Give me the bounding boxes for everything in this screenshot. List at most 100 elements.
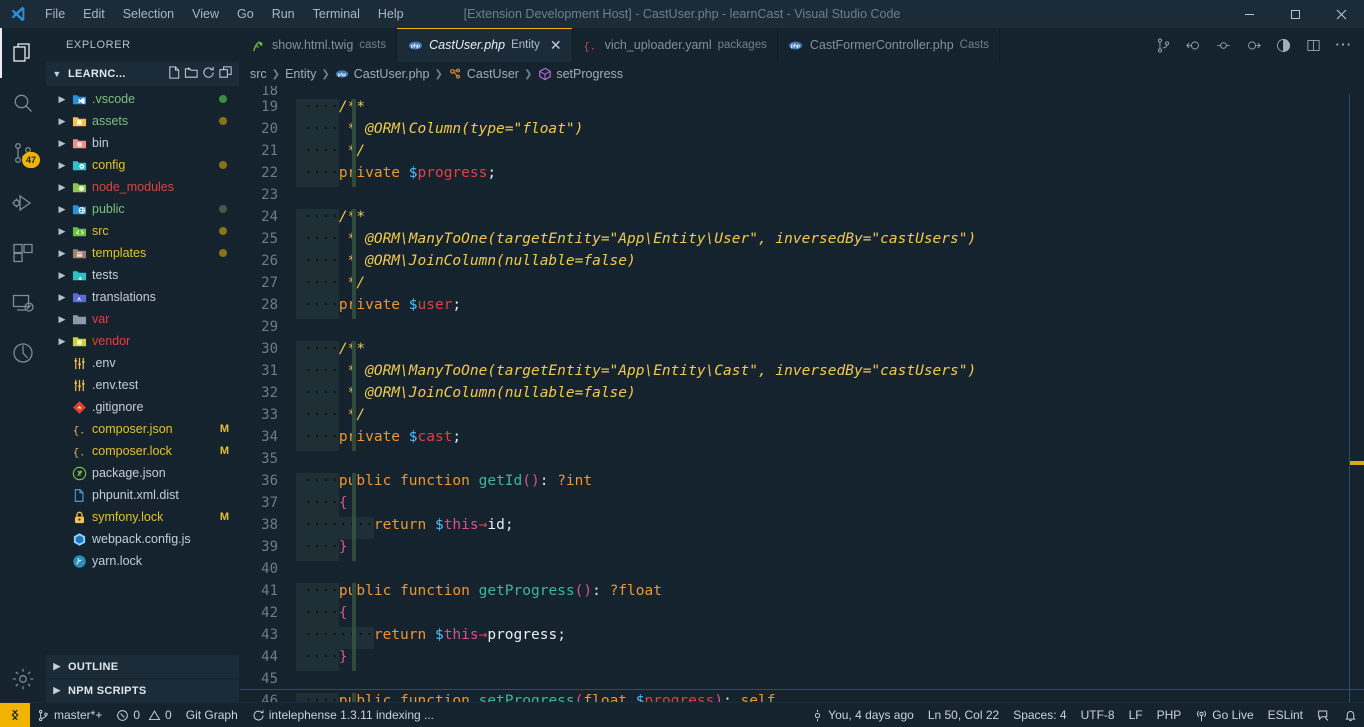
code-editor[interactable]: 1819····/**20 ···· * @ORM\Column(type="fl…	[240, 86, 1364, 702]
tree-item-translations[interactable]: ▶ Atranslations	[46, 286, 239, 308]
code-line-37[interactable]: 37 ····{	[240, 492, 1364, 517]
status-problems[interactable]: 0 0	[109, 703, 178, 727]
chevron-right-icon[interactable]: ▶	[54, 314, 70, 325]
status-eslint[interactable]: ESLint	[1261, 703, 1310, 727]
tab-vich-uploader-yaml[interactable]: {..} vich_uploader.yaml packages	[572, 28, 778, 62]
chevron-right-icon[interactable]: ▶	[54, 182, 70, 193]
section-outline[interactable]: ▶ OUTLINE	[46, 654, 239, 678]
tree-item-vscode[interactable]: ▶ .vscode	[46, 88, 239, 110]
menu-edit[interactable]: Edit	[74, 3, 114, 25]
code-line-28[interactable]: 28 ····private $user;	[240, 294, 1364, 319]
activity-source-control[interactable]: 47	[0, 128, 46, 178]
code-line-20[interactable]: 20 ···· * @ORM\Column(type="float")	[240, 118, 1364, 143]
status-notifications[interactable]	[1337, 703, 1364, 727]
tree-item-symfony-lock[interactable]: symfony.lock M	[46, 506, 239, 528]
tab-show-html-twig[interactable]: show.html.twig casts	[240, 28, 398, 62]
split-editor-icon[interactable]	[1300, 32, 1326, 58]
overview-ruler[interactable]	[1350, 86, 1364, 702]
code-line-39[interactable]: 39 ····}	[240, 536, 1364, 561]
code-line-33[interactable]: 33 ···· */	[240, 404, 1364, 429]
code-line-40[interactable]: 40	[240, 558, 1364, 580]
editor-tabs[interactable]: show.html.twig casts php CastUser.php Entity…	[240, 28, 1001, 62]
code-line-32[interactable]: 32 ···· * @ORM\JoinColumn(nullable=false)	[240, 382, 1364, 407]
workspace-folder-header[interactable]: ▼ LEARNC...	[46, 62, 239, 86]
code-line-25[interactable]: 25 ···· * @ORM\ManyToOne(targetEntity="Ap…	[240, 228, 1364, 253]
status-cursor-position[interactable]: Ln 50, Col 22	[921, 703, 1006, 727]
close-button[interactable]	[1318, 0, 1364, 28]
tree-item-assets[interactable]: ▶ assets	[46, 110, 239, 132]
chevron-right-icon[interactable]: ▶	[54, 292, 70, 303]
activity-search[interactable]	[0, 78, 46, 128]
tree-item-gitignore[interactable]: .gitignore	[46, 396, 239, 418]
new-folder-icon[interactable]	[184, 65, 199, 83]
new-file-icon[interactable]	[167, 65, 182, 83]
menu-terminal[interactable]: Terminal	[304, 3, 369, 25]
status-indentation[interactable]: Spaces: 4	[1006, 703, 1073, 727]
maximize-button[interactable]	[1272, 0, 1318, 28]
tree-item-public[interactable]: ▶ public	[46, 198, 239, 220]
code-line-21[interactable]: 21 ···· */	[240, 140, 1364, 165]
activity-remote-explorer[interactable]	[0, 278, 46, 328]
tree-item-env-test[interactable]: .env.test	[46, 374, 239, 396]
status-language-mode[interactable]: PHP	[1150, 703, 1189, 727]
tree-item-package-json[interactable]: package.json	[46, 462, 239, 484]
coverage-icon[interactable]	[1270, 32, 1296, 58]
step-forward-icon[interactable]	[1240, 32, 1266, 58]
tab-castuser-php[interactable]: php CastUser.php Entity ✕	[397, 28, 573, 62]
more-actions-icon[interactable]: ⋯	[1330, 32, 1356, 58]
status-git-branch[interactable]: master*+	[30, 703, 109, 727]
status-eol[interactable]: LF	[1122, 703, 1150, 727]
chevron-right-icon[interactable]: ▶	[54, 204, 70, 215]
breadcrumb-item-setprogress[interactable]: setProgress	[537, 67, 623, 82]
tree-item-phpunit-xml-dist[interactable]: phpunit.xml.dist	[46, 484, 239, 506]
minimize-button[interactable]	[1226, 0, 1272, 28]
tree-item-composer-json[interactable]: {..} composer.json M	[46, 418, 239, 440]
code-line-19[interactable]: 19····/**	[240, 96, 1364, 121]
chevron-right-icon[interactable]: ▶	[54, 138, 70, 149]
menu-run[interactable]: Run	[263, 3, 304, 25]
collapse-all-icon[interactable]	[218, 65, 233, 83]
chevron-right-icon[interactable]: ▶	[54, 160, 70, 171]
breadcrumb[interactable]: src ❯ Entity ❯ php CastUser.php ❯ CastUser ❯ setP…	[240, 62, 1364, 86]
source-control-icon[interactable]	[1150, 32, 1176, 58]
status-go-live[interactable]: Go Live	[1188, 703, 1260, 727]
tree-item-bin[interactable]: ▶ bin	[46, 132, 239, 154]
code-line-24[interactable]: 24····/**	[240, 206, 1364, 231]
step-over-icon[interactable]	[1210, 32, 1236, 58]
chevron-right-icon[interactable]: ▶	[54, 336, 70, 347]
code-line-22[interactable]: 22 ····private $progress;	[240, 162, 1364, 187]
tree-item-config[interactable]: ▶ config	[46, 154, 239, 176]
chevron-right-icon[interactable]: ▶	[54, 94, 70, 105]
code-line-42[interactable]: 42 ····{	[240, 602, 1364, 627]
activity-explorer[interactable]	[0, 28, 46, 78]
menu-selection[interactable]: Selection	[114, 3, 183, 25]
status-intelephense[interactable]: intelephense 1.3.11 indexing ...	[245, 703, 441, 727]
status-feedback[interactable]	[1310, 703, 1337, 727]
status-encoding[interactable]: UTF-8	[1074, 703, 1122, 727]
chevron-right-icon[interactable]: ▶	[54, 270, 70, 281]
status-git-blame[interactable]: You, 4 days ago	[804, 703, 921, 727]
status-remote-window[interactable]	[0, 702, 30, 727]
menu-view[interactable]: View	[183, 3, 228, 25]
tree-item-var[interactable]: ▶ var	[46, 308, 239, 330]
status-git-graph[interactable]: Git Graph	[179, 703, 245, 727]
chevron-right-icon[interactable]: ▶	[54, 116, 70, 127]
code-line-26[interactable]: 26 ···· * @ORM\JoinColumn(nullable=false)	[240, 250, 1364, 275]
menu-go[interactable]: Go	[228, 3, 263, 25]
activity-run-debug[interactable]	[0, 178, 46, 228]
tree-item-composer-lock[interactable]: {..} composer.lock M	[46, 440, 239, 462]
code-line-36[interactable]: 36 ····public function getId(): ?int	[240, 470, 1364, 495]
tree-item-node-modules[interactable]: ▶ node_modules	[46, 176, 239, 198]
breadcrumb-item-castuser-php[interactable]: php CastUser.php	[335, 67, 429, 82]
chevron-right-icon[interactable]: ▶	[54, 226, 70, 237]
menu-bar[interactable]: File Edit Selection View Go Run Terminal…	[36, 3, 413, 25]
step-back-icon[interactable]	[1180, 32, 1206, 58]
code-lines[interactable]: 1819····/**20 ···· * @ORM\Column(type="fl…	[240, 86, 1364, 702]
code-line-45[interactable]: 45	[240, 668, 1364, 690]
code-line-34[interactable]: 34 ····private $cast;	[240, 426, 1364, 451]
activity-extensions[interactable]	[0, 228, 46, 278]
refresh-icon[interactable]	[201, 65, 216, 83]
close-icon[interactable]: ✕	[550, 38, 562, 52]
tab-castformercontroller-php[interactable]: php CastFormerController.php Casts	[777, 28, 1001, 62]
breadcrumb-item-castuser[interactable]: CastUser	[448, 67, 519, 82]
